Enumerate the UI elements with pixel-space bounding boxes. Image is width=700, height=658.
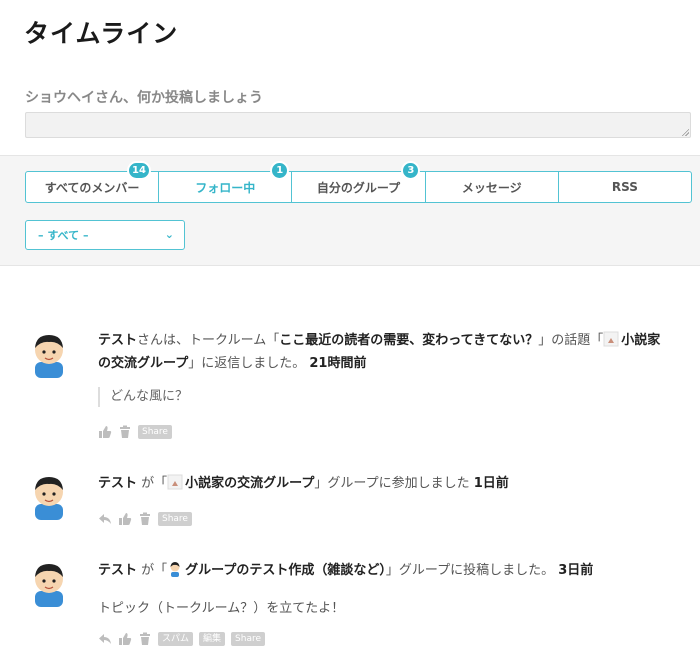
avatar[interactable]	[27, 472, 71, 520]
tab-messages[interactable]: メッセージ	[426, 172, 559, 202]
post-form-prompt: ショウヘイさん、何か投稿しましょう	[25, 90, 263, 106]
tab-my-groups[interactable]: 自分のグループ 3	[292, 161, 426, 202]
activity-actions: Share	[98, 511, 192, 527]
count-badge: 3	[401, 161, 421, 180]
delete-icon[interactable]	[118, 425, 132, 439]
activity-text: テストさんは、トークルーム「ここ最近の読者の需要、変わってきてない？」の話題「小…	[98, 331, 661, 371]
avatar[interactable]	[27, 330, 71, 378]
user-link[interactable]: テスト	[98, 476, 137, 491]
group-avatar-icon	[170, 562, 180, 577]
tab-label: フォロー中	[195, 180, 256, 195]
activity-filter-select[interactable]: – すべて – ⌄	[25, 220, 185, 250]
like-icon[interactable]	[118, 632, 132, 646]
activity-actions: Share	[98, 424, 172, 440]
reply-icon[interactable]	[98, 632, 112, 646]
chevron-down-icon: ⌄	[164, 228, 174, 241]
group-thumbnail-icon	[603, 331, 619, 347]
share-button[interactable]: Share	[138, 425, 172, 439]
share-button[interactable]: Share	[158, 512, 192, 526]
activity-text: テスト が「 小説家の交流グループ」グループに参加しました 1日前	[98, 474, 509, 491]
user-link[interactable]: テスト	[98, 563, 137, 578]
edit-button[interactable]: 編集	[199, 632, 226, 646]
count-badge: 1	[270, 161, 290, 180]
tab-label: メッセージ	[461, 180, 522, 195]
count-badge: 14	[127, 161, 151, 180]
spam-button[interactable]: スパム	[158, 632, 194, 646]
delete-icon[interactable]	[138, 632, 152, 646]
avatar[interactable]	[27, 559, 71, 607]
delete-icon[interactable]	[138, 512, 152, 526]
timestamp: 21時間前	[309, 356, 367, 371]
tab-label: 自分のグループ	[316, 180, 401, 195]
tab-rss[interactable]: RSS	[559, 172, 691, 202]
activity-quote: どんな風に？	[98, 387, 188, 407]
share-button[interactable]: Share	[231, 632, 266, 646]
timestamp: 1日前	[473, 476, 509, 491]
topic-link[interactable]: ここ最近の読者の需要、変わってきてない？	[279, 333, 538, 348]
resize-grip-icon[interactable]	[681, 128, 689, 136]
activity-body: トピック（トークルーム？）を立てたよ！	[98, 601, 345, 616]
like-icon[interactable]	[98, 425, 112, 439]
like-icon[interactable]	[118, 512, 132, 526]
group-link[interactable]: グループのテスト作成（雑談など）	[185, 563, 386, 578]
tab-following[interactable]: フォロー中 1	[159, 161, 293, 202]
activity-tabs: すべてのメンバー 14 フォロー中 1 自分のグループ 3 メッセージ RSS	[25, 161, 692, 203]
select-value: – すべて –	[38, 229, 89, 242]
post-input[interactable]	[25, 112, 691, 138]
activity-text: テスト が「 グループのテスト作成（雑談など）」グループに投稿しました。 3日前	[98, 562, 594, 578]
page-title: タイムライン	[24, 19, 179, 48]
tab-label: すべてのメンバー	[44, 180, 140, 195]
tab-all-members[interactable]: すべてのメンバー 14	[26, 161, 160, 202]
activity-actions: スパム 編集 Share	[98, 631, 266, 647]
timestamp: 3日前	[558, 563, 594, 578]
user-link[interactable]: テスト	[98, 333, 137, 348]
reply-icon[interactable]	[98, 512, 112, 526]
group-thumbnail-icon	[167, 474, 183, 490]
group-link[interactable]: 小説家の交流グループ	[185, 476, 314, 491]
tab-label: RSS	[611, 180, 638, 194]
